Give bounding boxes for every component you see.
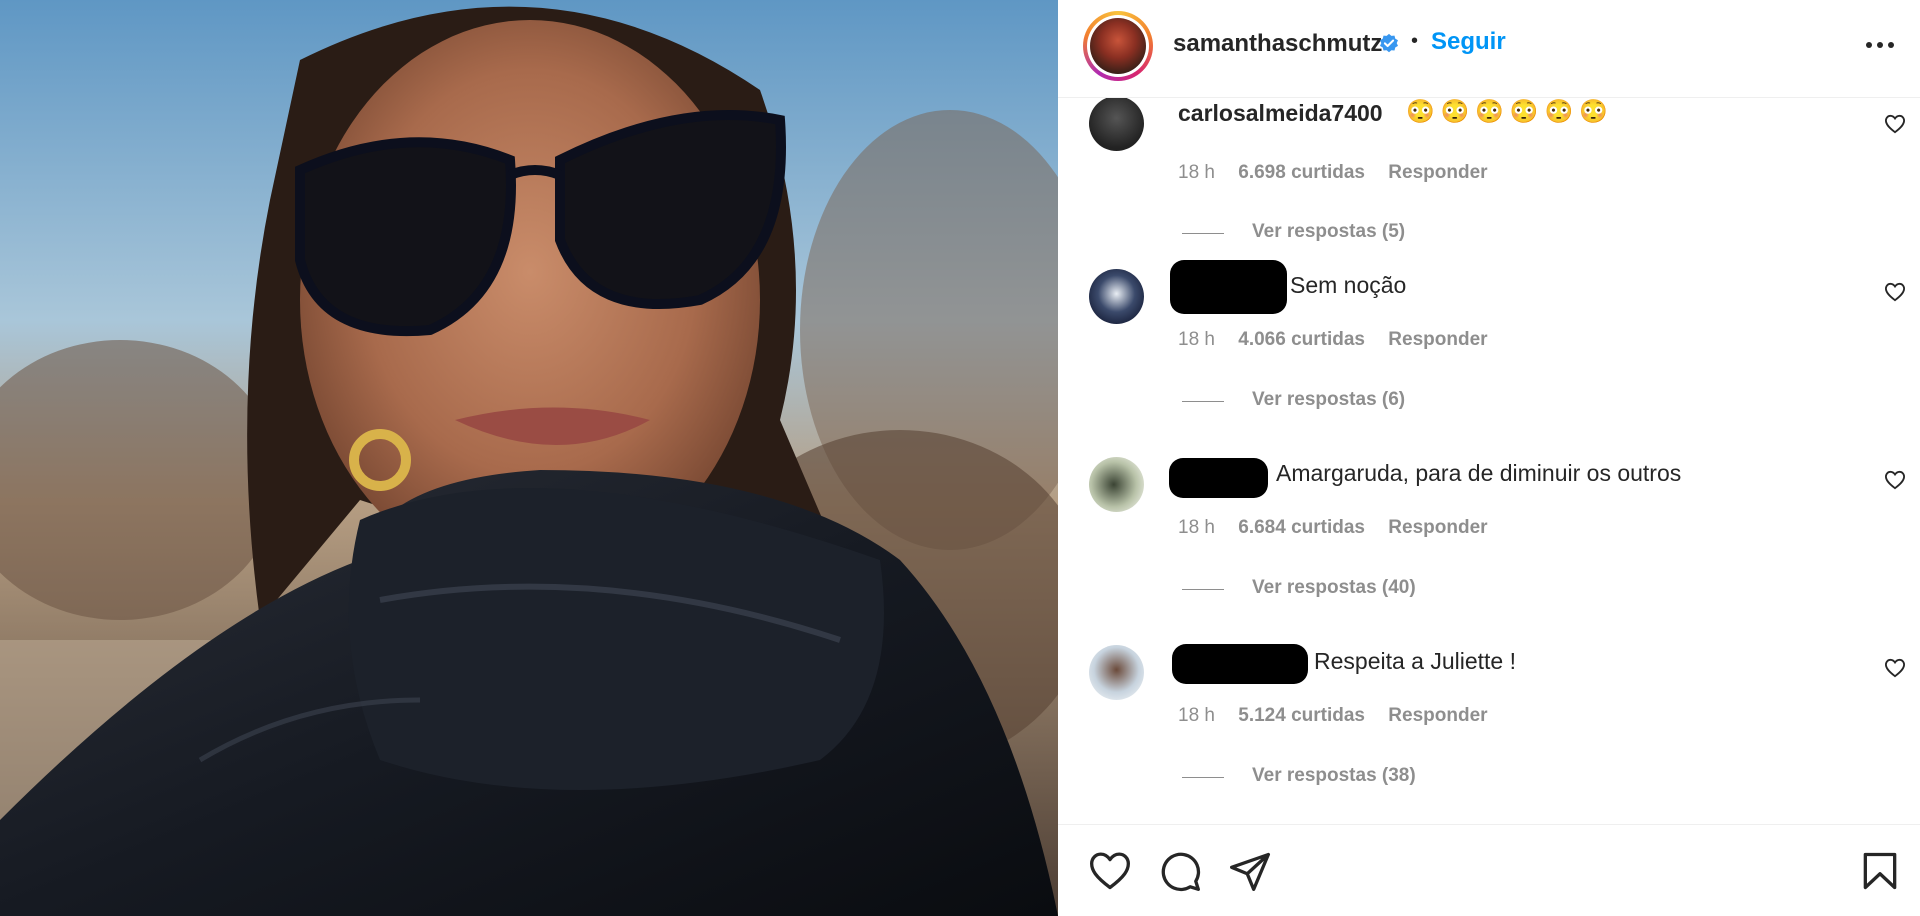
more-options-icon[interactable] bbox=[1865, 37, 1895, 53]
reply-button[interactable]: Responder bbox=[1388, 517, 1487, 538]
comment-text: 😳😳😳😳😳😳 bbox=[1406, 98, 1614, 124]
author-avatar[interactable] bbox=[1083, 11, 1153, 81]
comment-username[interactable]: carlosalmeida7400 bbox=[1178, 100, 1383, 127]
comment-likes[interactable]: 4.066 curtidas bbox=[1238, 329, 1365, 350]
comment-item: Respeita a Juliette ! 18 h 5.124 curtida… bbox=[1058, 640, 1920, 824]
reply-button[interactable]: Responder bbox=[1388, 329, 1487, 350]
view-replies-button[interactable]: Ver respostas (40) bbox=[1252, 577, 1416, 599]
share-icon[interactable] bbox=[1228, 849, 1272, 893]
commenter-avatar[interactable] bbox=[1089, 457, 1144, 512]
commenter-avatar[interactable] bbox=[1089, 645, 1144, 700]
comment-meta: 18 h 5.124 curtidas Responder bbox=[1178, 705, 1506, 727]
comment-meta: 18 h 4.066 curtidas Responder bbox=[1178, 329, 1506, 351]
comment-like-icon[interactable] bbox=[1884, 658, 1906, 678]
comment-item: Sem noção 18 h 4.066 curtidas Responder … bbox=[1058, 260, 1920, 452]
view-replies-button[interactable]: Ver respostas (6) bbox=[1252, 389, 1405, 411]
reply-button[interactable]: Responder bbox=[1388, 162, 1487, 183]
commenter-avatar[interactable] bbox=[1089, 269, 1144, 324]
comment-text: Sem noção bbox=[1290, 272, 1407, 298]
comment-text: Amargaruda, para de diminuir os outros bbox=[1276, 460, 1682, 486]
comments-list[interactable]: carlosalmeida7400 😳😳😳😳😳😳 18 h 6.698 curt… bbox=[1058, 98, 1920, 824]
follow-button[interactable]: Seguir bbox=[1431, 28, 1506, 56]
heart-icon[interactable] bbox=[1088, 849, 1132, 893]
comment-meta: 18 h 6.684 curtidas Responder bbox=[1178, 517, 1506, 539]
comment-time: 18 h bbox=[1178, 517, 1215, 538]
commenter-avatar[interactable] bbox=[1089, 98, 1144, 151]
author-username[interactable]: samanthaschmutz bbox=[1173, 30, 1382, 58]
post-side-panel: samanthaschmutz • Seguir carlosalmeida74… bbox=[1058, 0, 1920, 916]
comment-likes[interactable]: 6.698 curtidas bbox=[1238, 162, 1365, 183]
comment-icon[interactable] bbox=[1158, 849, 1202, 893]
avatar-image bbox=[1090, 18, 1146, 74]
comment-like-icon[interactable] bbox=[1884, 114, 1906, 134]
replies-divider bbox=[1182, 401, 1224, 402]
comment-likes[interactable]: 6.684 curtidas bbox=[1238, 517, 1365, 538]
separator-dot: • bbox=[1411, 30, 1419, 52]
comment-time: 18 h bbox=[1178, 162, 1215, 183]
comment-like-icon[interactable] bbox=[1884, 282, 1906, 302]
reply-button[interactable]: Responder bbox=[1388, 705, 1487, 726]
view-replies-button[interactable]: Ver respostas (5) bbox=[1252, 221, 1405, 243]
replies-divider bbox=[1182, 777, 1224, 778]
avatar-inner bbox=[1087, 15, 1149, 77]
post-photo-illustration bbox=[0, 0, 1058, 916]
comment-time: 18 h bbox=[1178, 705, 1215, 726]
view-replies-button[interactable]: Ver respostas (38) bbox=[1252, 765, 1416, 787]
comment-text: Respeita a Juliette ! bbox=[1314, 648, 1517, 674]
bookmark-icon[interactable] bbox=[1858, 849, 1902, 893]
redacted-username bbox=[1169, 458, 1268, 498]
post-header: samanthaschmutz • Seguir bbox=[1058, 0, 1920, 98]
replies-divider bbox=[1182, 589, 1224, 590]
comment-like-icon[interactable] bbox=[1884, 470, 1906, 490]
post-actions bbox=[1058, 824, 1920, 916]
comment-item: carlosalmeida7400 😳😳😳😳😳😳 18 h 6.698 curt… bbox=[1058, 98, 1920, 246]
redacted-username bbox=[1170, 260, 1287, 314]
comment-time: 18 h bbox=[1178, 329, 1215, 350]
comment-item: Amargaruda, para de diminuir os outros 1… bbox=[1058, 452, 1920, 640]
comment-likes[interactable]: 5.124 curtidas bbox=[1238, 705, 1365, 726]
replies-divider bbox=[1182, 233, 1224, 234]
redacted-username bbox=[1172, 644, 1308, 684]
verified-badge-icon bbox=[1380, 33, 1398, 53]
comment-meta: 18 h 6.698 curtidas Responder bbox=[1178, 162, 1506, 184]
post-photo[interactable] bbox=[0, 0, 1058, 916]
